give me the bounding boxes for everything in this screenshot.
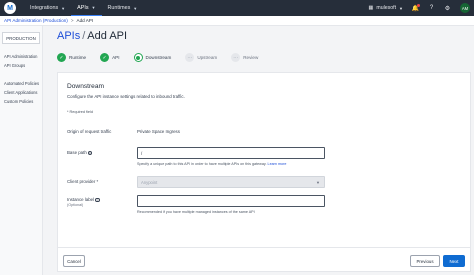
step-downstream: Downstream	[133, 53, 172, 62]
client-provider-label: Client provider *	[67, 179, 99, 184]
base-path-label: Base path	[67, 150, 87, 155]
sidebar-item-automated-policies[interactable]: Automated Policies	[0, 79, 42, 88]
nav-runtimes-label: Runtimes	[107, 5, 131, 11]
checkmark-icon: ✓	[57, 53, 66, 62]
base-path-help: Specify a unique path to this API in ord…	[137, 162, 286, 166]
client-provider-value: Anypoint	[141, 179, 158, 185]
breadcrumb-parent-link[interactable]: API Administration (Production)	[4, 18, 68, 23]
breadcrumb-current: Add API	[76, 18, 94, 23]
step-review: ··· Review	[231, 53, 258, 62]
user-avatar[interactable]: AM	[460, 3, 470, 13]
info-icon[interactable]: i	[87, 150, 93, 156]
origin-value: Private Space Ingress	[137, 129, 180, 134]
client-provider-select: Anypoint ▼	[137, 176, 325, 188]
chevron-down-icon: ▼	[61, 5, 66, 11]
nav-integrations-label: Integrations	[30, 5, 59, 11]
base-path-help-text: Specify a unique path to this API in ord…	[137, 162, 267, 166]
instance-label-help: Recommended if you have multiple managed…	[137, 210, 255, 214]
base-path-label-row: Base path i	[67, 150, 93, 156]
previous-button[interactable]: Previous	[410, 255, 440, 267]
pending-step-dots-icon: ···	[185, 53, 195, 62]
chevron-down-icon: ▼	[91, 5, 96, 10]
help-icon[interactable]: ?	[428, 5, 435, 12]
top-navigation-bar: M Integrations ▼ APIs ▼ Runtimes ▼ ▦ muleso…	[0, 0, 474, 16]
sidebar-item-api-groups[interactable]: API Groups	[0, 61, 42, 70]
mulesoft-logo-icon[interactable]: M	[4, 2, 16, 14]
chevron-down-icon: ▼	[399, 5, 403, 11]
step-runtime-label: Runtime	[69, 55, 87, 60]
next-button[interactable]: Next	[443, 255, 465, 267]
page-title-separator: /	[82, 30, 86, 42]
sidebar-item-custom-policies[interactable]: Custom Policies	[0, 97, 42, 106]
wizard-stepper: ✓ Runtime ✓ API Downstream ··· Upstream …	[57, 53, 272, 62]
wizard-footer: Cancel Previous Next	[57, 247, 471, 272]
instance-label-row: Instance label i (Optional)	[67, 197, 100, 207]
org-switcher[interactable]: ▦ mulesoft ▼	[369, 5, 403, 11]
step-runtime[interactable]: ✓ Runtime	[57, 53, 86, 62]
environment-selector[interactable]: PRODUCTION	[2, 32, 40, 44]
instance-label-input[interactable]	[137, 195, 325, 207]
nav-apis[interactable]: APIs ▼	[71, 0, 102, 16]
step-upstream-label: Upstream	[197, 55, 218, 60]
pending-step-dots-icon: ···	[231, 53, 241, 62]
settings-gear-icon[interactable]: ⚙	[444, 5, 451, 12]
form-subheading: Configure the API instance settings rela…	[67, 94, 185, 99]
downstream-form-card: Downstream Configure the API instance se…	[57, 72, 471, 272]
nav-right-group: ▦ mulesoft ▼ 🔔 ? ⚙ AM	[369, 0, 470, 16]
org-name: mulesoft	[376, 5, 397, 11]
chevron-down-icon: ▼	[133, 5, 138, 11]
notification-badge	[417, 3, 420, 7]
page-title-apis-link[interactable]: APIs	[57, 30, 80, 42]
notifications-bell-icon[interactable]: 🔔	[412, 3, 420, 12]
step-review-label: Review	[243, 55, 259, 60]
instance-label-optional: (Optional)	[67, 203, 84, 208]
required-field-note: * Required field	[67, 110, 93, 114]
nav-apis-label: APIs	[77, 4, 89, 11]
breadcrumb: API Administration (Production) > Add AP…	[0, 16, 474, 26]
main-content: APIs / Add API ✓ Runtime ✓ API Downstream …	[43, 26, 474, 275]
nav-runtimes[interactable]: Runtimes ▼	[102, 0, 144, 16]
sidebar-item-client-applications[interactable]: Client Applications	[0, 88, 42, 97]
page-title-current: Add API	[87, 30, 128, 42]
building-icon: ▦	[368, 5, 374, 11]
sidebar: PRODUCTION API Administration API Groups…	[0, 26, 43, 275]
current-step-dot-icon	[133, 53, 143, 62]
checkmark-icon: ✓	[100, 53, 110, 62]
info-icon[interactable]: i	[95, 197, 100, 203]
step-downstream-label: Downstream	[145, 55, 172, 60]
nav-integrations[interactable]: Integrations ▼	[24, 0, 71, 16]
step-upstream: ··· Upstream	[185, 53, 217, 62]
step-api[interactable]: ✓ API	[100, 53, 120, 62]
learn-more-link[interactable]: Learn more	[268, 162, 287, 166]
origin-label: Origin of request traffic	[67, 129, 112, 134]
base-path-input[interactable]: /	[137, 147, 325, 159]
page-title: APIs / Add API	[57, 30, 127, 42]
cancel-button[interactable]: Cancel	[63, 255, 85, 267]
breadcrumb-separator: >	[70, 18, 74, 23]
sidebar-item-api-administration[interactable]: API Administration	[0, 52, 42, 61]
chevron-down-icon: ▼	[316, 180, 320, 185]
instance-label-label: Instance label	[67, 197, 95, 202]
form-heading: Downstream	[67, 83, 105, 90]
step-api-label: API	[112, 55, 120, 60]
